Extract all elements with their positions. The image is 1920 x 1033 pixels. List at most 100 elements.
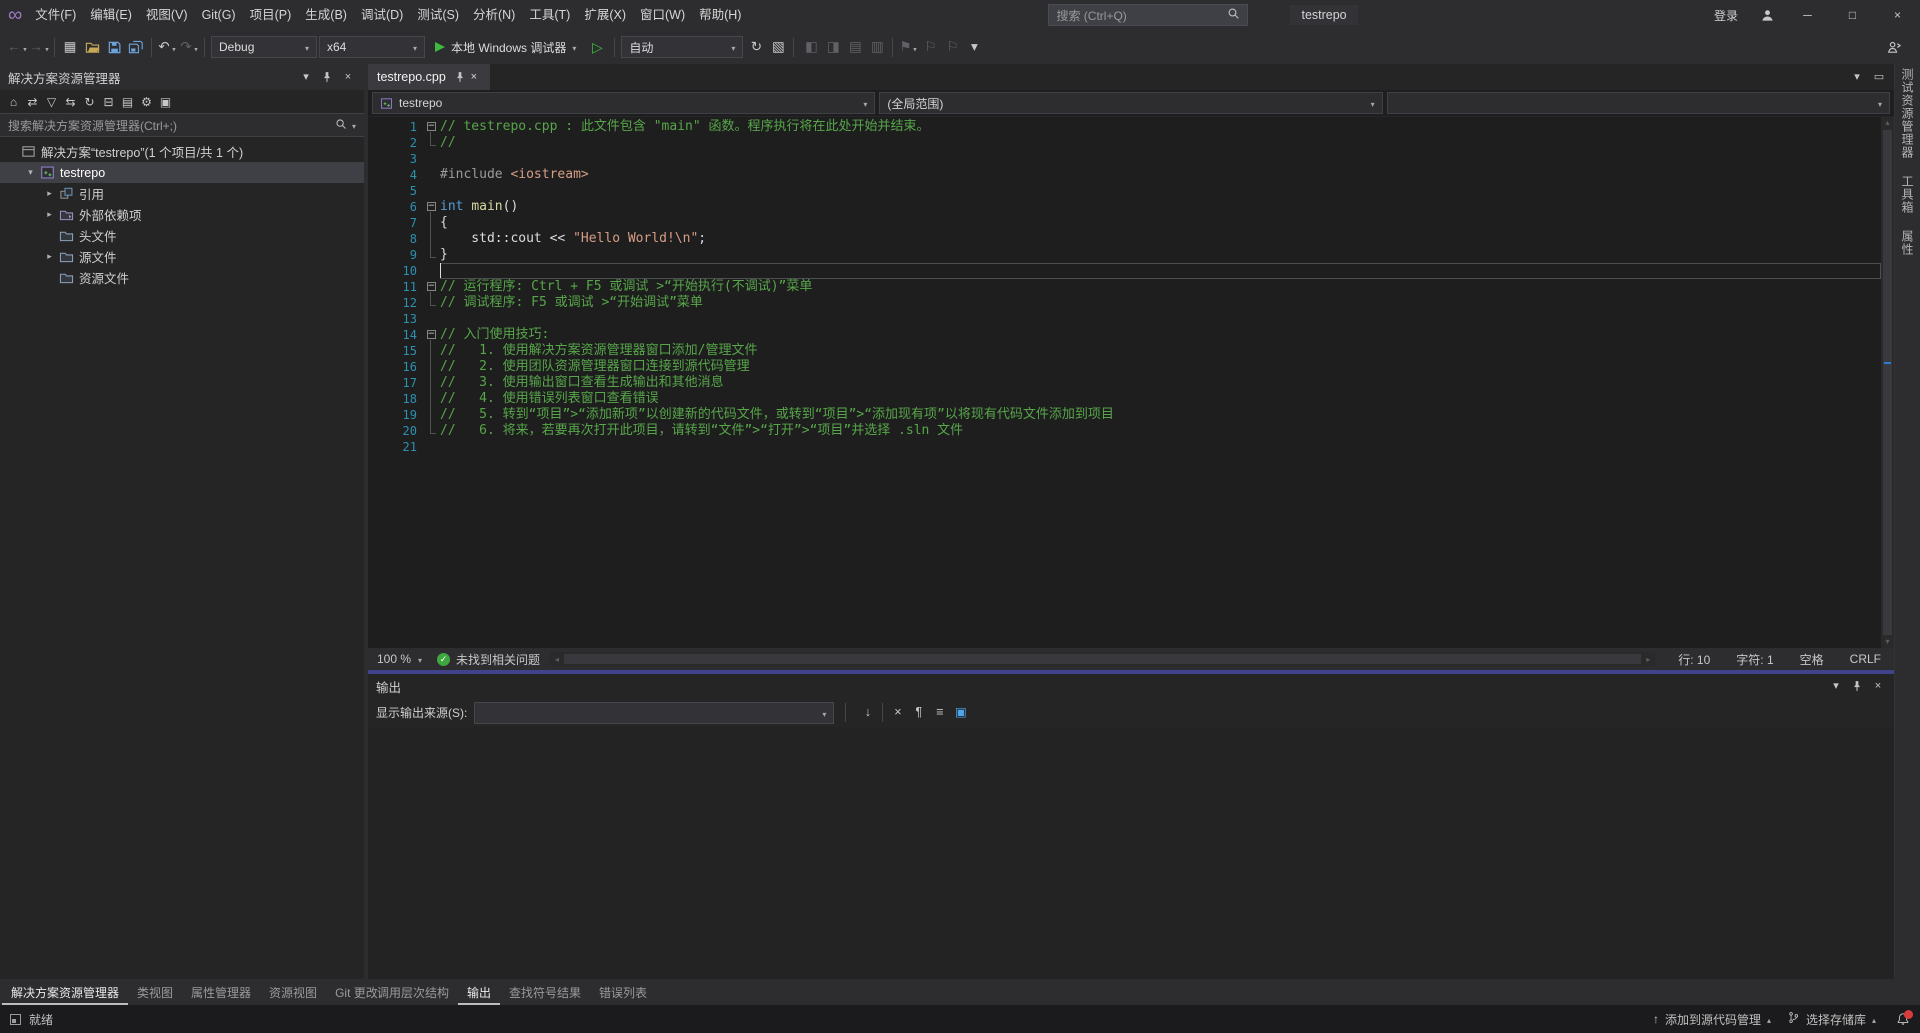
- word-wrap-icon[interactable]: ¶: [908, 702, 929, 723]
- tool-tab-error-list[interactable]: 错误列表: [590, 979, 656, 1005]
- breakpoint-margin[interactable]: [368, 407, 388, 423]
- document-health-icon[interactable]: ✓: [437, 653, 450, 666]
- code-lines[interactable]: 1// testrepo.cpp : 此文件包含 "main" 函数。程序执行将…: [368, 117, 1881, 648]
- auto-hide-pin-icon[interactable]: [319, 68, 335, 86]
- save-all-icon[interactable]: [125, 35, 147, 59]
- dock-tab-test-explorer[interactable]: 测试资源管理器: [1899, 68, 1916, 159]
- menu-project[interactable]: 项目(P): [243, 0, 299, 30]
- code-line-19[interactable]: 19// 5. 转到“项目”>“添加新项”以创建新的代码文件，或转到“项目”>“…: [368, 407, 1881, 423]
- breakpoint-margin[interactable]: [368, 295, 388, 311]
- live-share-icon[interactable]: [1887, 40, 1902, 55]
- spaces-indicator[interactable]: 空格: [1787, 651, 1837, 668]
- code-line-21[interactable]: 21: [368, 439, 1881, 455]
- editor-horizontal-scrollbar[interactable]: ◂ ▸: [550, 652, 1655, 666]
- menu-view[interactable]: 视图(V): [139, 0, 195, 30]
- start-debugging-button[interactable]: 本地 Windows 调试器: [427, 35, 584, 59]
- tree-expander-icon[interactable]: [42, 188, 57, 199]
- previous-bookmark-icon[interactable]: ⚐: [919, 35, 941, 59]
- menu-debug[interactable]: 调试(D): [354, 0, 410, 30]
- breakpoint-margin[interactable]: [368, 279, 388, 295]
- tool-tab-property-manager[interactable]: 属性管理器: [182, 979, 260, 1005]
- sign-in-button[interactable]: 登录: [1702, 7, 1750, 24]
- refresh-icon[interactable]: ↻: [80, 92, 99, 112]
- window-position-icon[interactable]: ▾: [1828, 677, 1844, 695]
- minimize-button[interactable]: ─: [1785, 0, 1830, 30]
- close-button[interactable]: ×: [1875, 0, 1920, 30]
- menu-edit[interactable]: 编辑(E): [83, 0, 139, 30]
- global-search-box[interactable]: 搜索 (Ctrl+Q): [1048, 4, 1248, 26]
- dock-tab-properties[interactable]: 属性: [1899, 230, 1916, 256]
- code-line-12[interactable]: 12// 调试程序: F5 或调试 >“开始调试”菜单: [368, 295, 1881, 311]
- tree-item-resource-files[interactable]: 资源文件: [0, 267, 364, 288]
- scroll-left-icon[interactable]: ◂: [550, 655, 564, 664]
- breakpoint-margin[interactable]: [368, 327, 388, 343]
- tool-tab-class-view[interactable]: 类视图: [128, 979, 182, 1005]
- scroll-up-icon[interactable]: ▴: [1885, 117, 1889, 129]
- menu-tools[interactable]: 工具(T): [522, 0, 577, 30]
- menu-analyze[interactable]: 分析(N): [466, 0, 522, 30]
- tree-item-external-dependencies[interactable]: 外部依赖项: [0, 204, 364, 225]
- indent-decrease-icon[interactable]: ◧: [800, 35, 822, 59]
- window-layout-icon[interactable]: ▦: [59, 35, 81, 59]
- output-content[interactable]: [368, 727, 1894, 979]
- zoom-dropdown[interactable]: 100 %: [368, 648, 431, 670]
- tree-expander-icon[interactable]: [42, 209, 57, 220]
- solution-configuration-dropdown[interactable]: Debug: [211, 36, 317, 58]
- menu-test[interactable]: 测试(S): [410, 0, 466, 30]
- eol-indicator[interactable]: CRLF: [1837, 652, 1894, 666]
- tab-list-chevron-icon[interactable]: ▾: [1846, 65, 1868, 89]
- tool-tab-find-symbol-results[interactable]: 查找符号结果: [500, 979, 590, 1005]
- close-tab-icon[interactable]: ×: [467, 69, 481, 85]
- fold-collapse-icon[interactable]: [427, 122, 436, 131]
- member-dropdown[interactable]: [1387, 92, 1890, 114]
- code-line-11[interactable]: 11// 运行程序: Ctrl + F5 或调试 >“开始执行(不调试)”菜单: [368, 279, 1881, 295]
- code-line-15[interactable]: 15// 1. 使用解决方案资源管理器窗口添加/管理文件: [368, 343, 1881, 359]
- breakpoint-margin[interactable]: [368, 439, 388, 455]
- undo-icon[interactable]: ↶: [156, 35, 178, 59]
- hot-reload-icon[interactable]: ↻: [745, 35, 767, 59]
- pin-tab-icon[interactable]: [453, 69, 467, 85]
- window-position-icon[interactable]: ▾: [298, 68, 314, 86]
- scroll-down-icon[interactable]: ▾: [1885, 636, 1889, 648]
- breakpoint-margin[interactable]: [368, 119, 388, 135]
- code-line-1[interactable]: 1// testrepo.cpp : 此文件包含 "main" 函数。程序执行将…: [368, 119, 1881, 135]
- breakpoint-margin[interactable]: [368, 231, 388, 247]
- save-icon[interactable]: [103, 35, 125, 59]
- breakpoint-margin[interactable]: [368, 151, 388, 167]
- breakpoint-margin[interactable]: [368, 423, 388, 439]
- switch-views-icon[interactable]: ⇄: [23, 92, 42, 112]
- background-tasks-icon[interactable]: [10, 1014, 21, 1025]
- code-line-10[interactable]: 10: [368, 263, 1881, 279]
- solution-platform-dropdown[interactable]: x64: [319, 36, 425, 58]
- autoscroll-icon[interactable]: ↓: [857, 702, 878, 723]
- menu-git[interactable]: Git(G): [195, 0, 243, 30]
- type-scope-dropdown[interactable]: (全局范围): [879, 92, 1382, 114]
- breakpoint-margin[interactable]: [368, 359, 388, 375]
- feedback-icon[interactable]: [1760, 8, 1775, 23]
- fold-collapse-icon[interactable]: [427, 282, 436, 291]
- breakpoint-margin[interactable]: [368, 263, 388, 279]
- sync-with-active-document-icon[interactable]: ⇆: [61, 92, 80, 112]
- menu-file[interactable]: 文件(F): [28, 0, 83, 30]
- scrollbar-thumb[interactable]: [564, 654, 1641, 664]
- preview-selected-icon[interactable]: ▣: [156, 92, 175, 112]
- home-icon[interactable]: ⌂: [4, 92, 23, 112]
- navigate-forward-icon[interactable]: →: [28, 35, 50, 59]
- show-all-files-icon[interactable]: ▤: [118, 92, 137, 112]
- break-all-icon[interactable]: ▧: [767, 35, 789, 59]
- breakpoint-margin[interactable]: [368, 135, 388, 151]
- breakpoint-margin[interactable]: [368, 183, 388, 199]
- close-panel-icon[interactable]: ×: [340, 68, 356, 86]
- line-indicator[interactable]: 行: 10: [1665, 651, 1723, 668]
- dock-tab-toolbox[interactable]: 工具箱: [1899, 175, 1916, 214]
- breakpoint-margin[interactable]: [368, 343, 388, 359]
- code-line-20[interactable]: 20// 6. 将来，若要再次打开此项目，请转到“文件”>“打开”>“项目”并选…: [368, 423, 1881, 439]
- solution-explorer-search-box[interactable]: 搜索解决方案资源管理器(Ctrl+;): [0, 114, 364, 137]
- auto-hide-pin-icon[interactable]: [1849, 677, 1865, 695]
- code-line-7[interactable]: 7{: [368, 215, 1881, 231]
- open-file-icon[interactable]: [81, 35, 103, 59]
- code-line-16[interactable]: 16// 2. 使用团队资源管理器窗口连接到源代码管理: [368, 359, 1881, 375]
- code-line-3[interactable]: 3: [368, 151, 1881, 167]
- bookmark-icon[interactable]: ⚑: [897, 35, 919, 59]
- collapse-all-icon[interactable]: ⊟: [99, 92, 118, 112]
